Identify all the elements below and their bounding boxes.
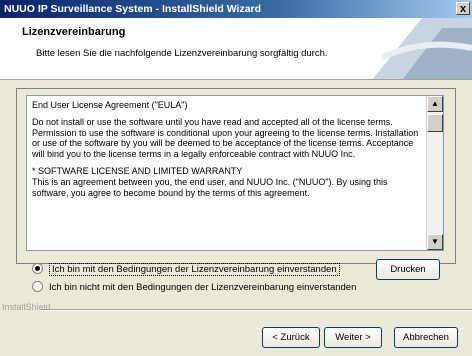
page-subtitle: Bitte lesen Sie die nachfolgende Lizenzv… (36, 48, 328, 59)
accept-radio[interactable] (32, 262, 43, 274)
title-bar: NUUO IP Surveillance System - InstallShi… (0, 0, 472, 18)
scroll-thumb[interactable] (427, 114, 443, 132)
cancel-button[interactable]: Abbrechen (394, 327, 458, 348)
license-textbox[interactable]: End User License Agreement ("EULA") Do n… (26, 95, 444, 251)
footer-divider (40, 309, 472, 311)
print-button[interactable]: Drucken (376, 259, 440, 280)
license-paragraph: This is an agreement between you, the en… (32, 176, 388, 198)
decline-radio-row[interactable]: Ich bin nicht mit den Bedingungen der Li… (32, 280, 356, 295)
accept-radio-row[interactable]: Ich bin mit den Bedingungen der Lizenzve… (32, 262, 340, 277)
decline-label[interactable]: Ich bin nicht mit den Bedingungen der Li… (49, 282, 356, 293)
accept-label[interactable]: Ich bin mit den Bedingungen der Lizenzve… (49, 263, 340, 276)
back-button[interactable]: < Zurück (262, 327, 320, 348)
scroll-up-icon[interactable]: ▲ (427, 96, 443, 112)
license-text: End User License Agreement ("EULA") Do n… (32, 100, 420, 204)
header-graphic-icon (372, 18, 472, 79)
decline-radio[interactable] (32, 280, 43, 292)
license-paragraph: End User License Agreement ("EULA") (32, 100, 188, 110)
scrollbar[interactable]: ▲ ▼ (426, 96, 443, 250)
wizard-header: Lizenzvereinbarung Bitte lesen Sie die n… (0, 18, 472, 80)
license-paragraph: Do not install or use the software until… (32, 116, 419, 160)
close-icon[interactable]: x (456, 2, 470, 15)
window-title: NUUO IP Surveillance System - InstallShi… (4, 3, 262, 15)
license-paragraph: * SOFTWARE LICENSE AND LIMITED WARRANTY (32, 165, 243, 176)
scroll-down-icon[interactable]: ▼ (427, 234, 443, 250)
page-title: Lizenzvereinbarung (22, 26, 126, 38)
next-button[interactable]: Weiter > (324, 327, 382, 348)
